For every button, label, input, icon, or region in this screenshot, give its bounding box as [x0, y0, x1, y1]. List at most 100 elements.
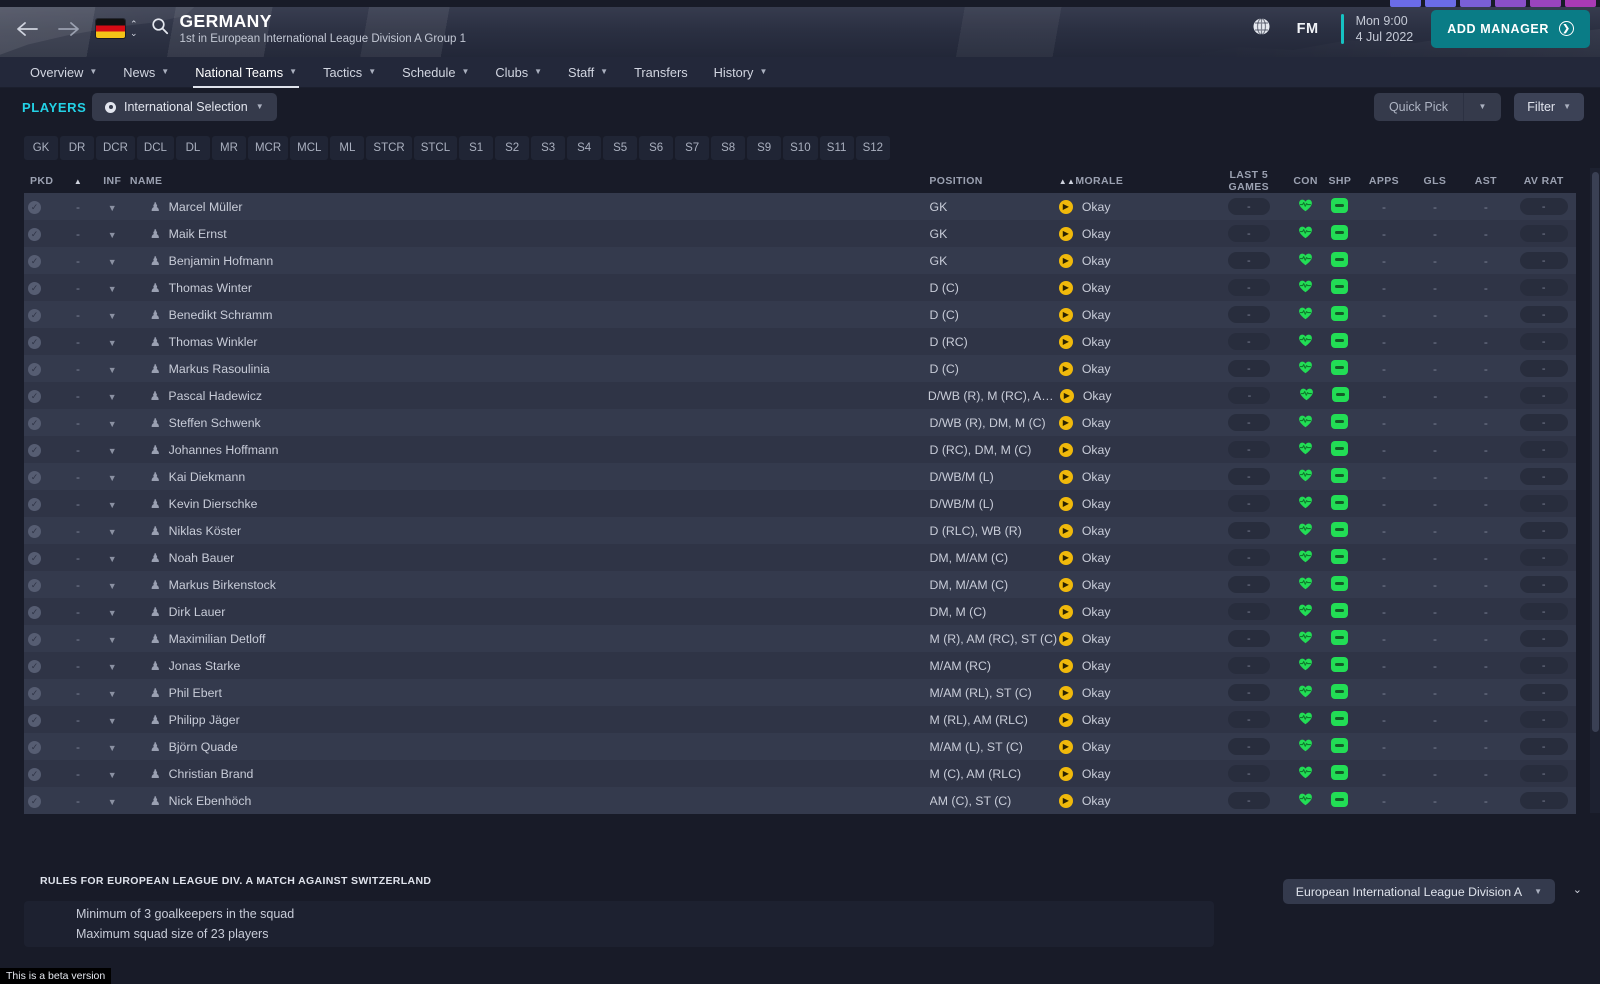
- position-chip-dcl[interactable]: DCL: [136, 136, 174, 160]
- chevron-down-icon[interactable]: ▼: [108, 338, 117, 348]
- column-header-position[interactable]: POSITION: [929, 175, 1058, 187]
- cell-pkd[interactable]: ✓: [24, 334, 61, 349]
- cell-row-expand[interactable]: ▼: [95, 362, 130, 376]
- column-header-morale[interactable]: ▲▲MORALE: [1059, 175, 1208, 187]
- chevron-down-icon[interactable]: ▼: [108, 527, 117, 537]
- cell-row-expand[interactable]: ▼: [95, 281, 130, 295]
- globe-icon[interactable]: [1252, 17, 1271, 41]
- cell-name[interactable]: ♟ Johannes Hoffmann: [130, 443, 930, 457]
- cell-pkd[interactable]: ✓: [24, 712, 61, 727]
- menu-item-news[interactable]: News ▼: [111, 57, 181, 88]
- cell-name[interactable]: ♟ Jonas Starke: [130, 659, 930, 673]
- table-row[interactable]: ✓ - ▼ ♟ Steffen Schwenk D/WB (R), DM, M (C) ▶ O…: [24, 409, 1576, 436]
- row-checkbox-icon[interactable]: ✓: [28, 768, 41, 781]
- position-chip-s1[interactable]: S1: [459, 136, 494, 160]
- chevron-down-icon[interactable]: ▼: [108, 230, 117, 240]
- cell-pkd[interactable]: ✓: [24, 577, 61, 592]
- row-checkbox-icon[interactable]: ✓: [28, 660, 41, 673]
- chevron-down-icon[interactable]: ▼: [108, 392, 117, 402]
- cell-pkd[interactable]: ✓: [24, 280, 61, 295]
- cell-pkd[interactable]: ✓: [24, 442, 61, 457]
- table-row[interactable]: ✓ - ▼ ♟ Marcel Müller GK ▶ Okay - - - - -: [24, 193, 1576, 220]
- position-chip-dr[interactable]: DR: [60, 136, 94, 160]
- row-checkbox-icon[interactable]: ✓: [28, 687, 41, 700]
- position-chip-s3[interactable]: S3: [531, 136, 566, 160]
- cell-row-expand[interactable]: ▼: [94, 389, 129, 403]
- cell-pkd[interactable]: ✓: [24, 415, 61, 430]
- filter-button[interactable]: Filter ▼: [1514, 93, 1584, 121]
- row-checkbox-icon[interactable]: ✓: [28, 498, 41, 511]
- cell-pkd[interactable]: ✓: [24, 496, 61, 511]
- chevron-down-icon[interactable]: ▼: [108, 689, 117, 699]
- cell-pkd[interactable]: ✓: [24, 307, 61, 322]
- row-checkbox-icon[interactable]: ✓: [28, 255, 41, 268]
- cell-row-expand[interactable]: ▼: [95, 686, 130, 700]
- column-header-gls[interactable]: GLS: [1409, 175, 1460, 187]
- cell-row-expand[interactable]: ▼: [95, 497, 130, 511]
- position-chip-s12[interactable]: S12: [855, 136, 891, 160]
- cell-name[interactable]: ♟ Benedikt Schramm: [130, 308, 930, 322]
- column-header-apps[interactable]: APPS: [1359, 175, 1410, 187]
- cell-row-expand[interactable]: ▼: [95, 470, 130, 484]
- cell-row-expand[interactable]: ▼: [95, 308, 130, 322]
- position-chip-gk[interactable]: GK: [24, 136, 58, 160]
- cell-row-expand[interactable]: ▼: [95, 335, 130, 349]
- position-chip-mr[interactable]: MR: [211, 136, 246, 160]
- chevron-down-icon[interactable]: ▼: [108, 311, 117, 321]
- chevron-down-icon[interactable]: ▼: [108, 581, 117, 591]
- cell-row-expand[interactable]: ▼: [95, 740, 130, 754]
- menu-item-transfers[interactable]: Transfers: [622, 57, 700, 88]
- table-row[interactable]: ✓ - ▼ ♟ Maximilian Detloff M (R), AM (RC), ST…: [24, 625, 1576, 652]
- table-row[interactable]: ✓ - ▼ ♟ Maik Ernst GK ▶ Okay - - - - -: [24, 220, 1576, 247]
- column-header-sort[interactable]: ▲: [61, 175, 94, 187]
- quick-pick-dropdown-toggle[interactable]: ▼: [1463, 93, 1501, 121]
- column-header-ast[interactable]: AST: [1460, 175, 1511, 187]
- quick-pick-button[interactable]: Quick Pick: [1374, 93, 1463, 121]
- row-checkbox-icon[interactable]: ✓: [28, 363, 41, 376]
- cell-name[interactable]: ♟ Nick Ebenhöch: [130, 794, 930, 808]
- position-chip-stcl[interactable]: STCL: [413, 136, 458, 160]
- position-chip-s5[interactable]: S5: [603, 136, 638, 160]
- chevron-down-icon[interactable]: ▼: [108, 419, 117, 429]
- table-row[interactable]: ✓ - ▼ ♟ Nick Ebenhöch AM (C), ST (C) ▶ Okay - - - -…: [24, 787, 1576, 814]
- cell-pkd[interactable]: ✓: [24, 199, 61, 214]
- column-header-avrat[interactable]: AV RAT: [1511, 175, 1576, 187]
- cell-row-expand[interactable]: ▼: [95, 443, 130, 457]
- table-row[interactable]: ✓ - ▼ ♟ Markus Birkenstock DM, M/AM (C) ▶ Okay -…: [24, 571, 1576, 598]
- cell-pkd[interactable]: ✓: [24, 523, 61, 538]
- position-chip-stcr[interactable]: STCR: [366, 136, 412, 160]
- table-row[interactable]: ✓ - ▼ ♟ Benjamin Hofmann GK ▶ Okay - - - - -: [24, 247, 1576, 274]
- cell-name[interactable]: ♟ Maik Ernst: [130, 227, 930, 241]
- row-checkbox-icon[interactable]: ✓: [28, 552, 41, 565]
- row-checkbox-icon[interactable]: ✓: [28, 579, 41, 592]
- chevron-down-icon[interactable]: ▼: [108, 743, 117, 753]
- position-chip-s8[interactable]: S8: [711, 136, 746, 160]
- cell-pkd[interactable]: ✓: [24, 469, 61, 484]
- row-checkbox-icon[interactable]: ✓: [28, 471, 41, 484]
- chevron-down-icon[interactable]: ▼: [108, 203, 117, 213]
- cell-name[interactable]: ♟ Marcel Müller: [130, 200, 930, 214]
- column-header-last5[interactable]: LAST 5 GAMES: [1208, 169, 1290, 193]
- row-checkbox-icon[interactable]: ✓: [28, 741, 41, 754]
- cell-pkd[interactable]: ✓: [24, 766, 61, 781]
- cell-name[interactable]: ♟ Philipp Jäger: [130, 713, 930, 727]
- position-chip-dcr[interactable]: DCR: [96, 136, 135, 160]
- panel-collapse-toggle[interactable]: ⌄: [1573, 883, 1582, 896]
- cell-name[interactable]: ♟ Christian Brand: [130, 767, 930, 781]
- table-row[interactable]: ✓ - ▼ ♟ Johannes Hoffmann D (RC), DM, M (C) ▶ O…: [24, 436, 1576, 463]
- cell-pkd[interactable]: ✓: [24, 388, 61, 403]
- cell-pkd[interactable]: ✓: [24, 226, 61, 241]
- chevron-down-icon[interactable]: ▼: [108, 365, 117, 375]
- position-chip-s7[interactable]: S7: [675, 136, 710, 160]
- table-row[interactable]: ✓ - ▼ ♟ Noah Bauer DM, M/AM (C) ▶ Okay - - - - -: [24, 544, 1576, 571]
- table-scrollbar-thumb[interactable]: [1592, 172, 1599, 732]
- cell-row-expand[interactable]: ▼: [95, 416, 130, 430]
- cell-row-expand[interactable]: ▼: [95, 794, 130, 808]
- cell-pkd[interactable]: ✓: [24, 658, 61, 673]
- row-checkbox-icon[interactable]: ✓: [28, 336, 41, 349]
- competition-select[interactable]: European International League Division A…: [1282, 879, 1555, 904]
- cell-name[interactable]: ♟ Pascal Hadewicz: [130, 389, 928, 403]
- cell-row-expand[interactable]: ▼: [95, 524, 130, 538]
- position-chip-ml[interactable]: ML: [330, 136, 365, 160]
- menu-item-history[interactable]: History ▼: [702, 57, 780, 88]
